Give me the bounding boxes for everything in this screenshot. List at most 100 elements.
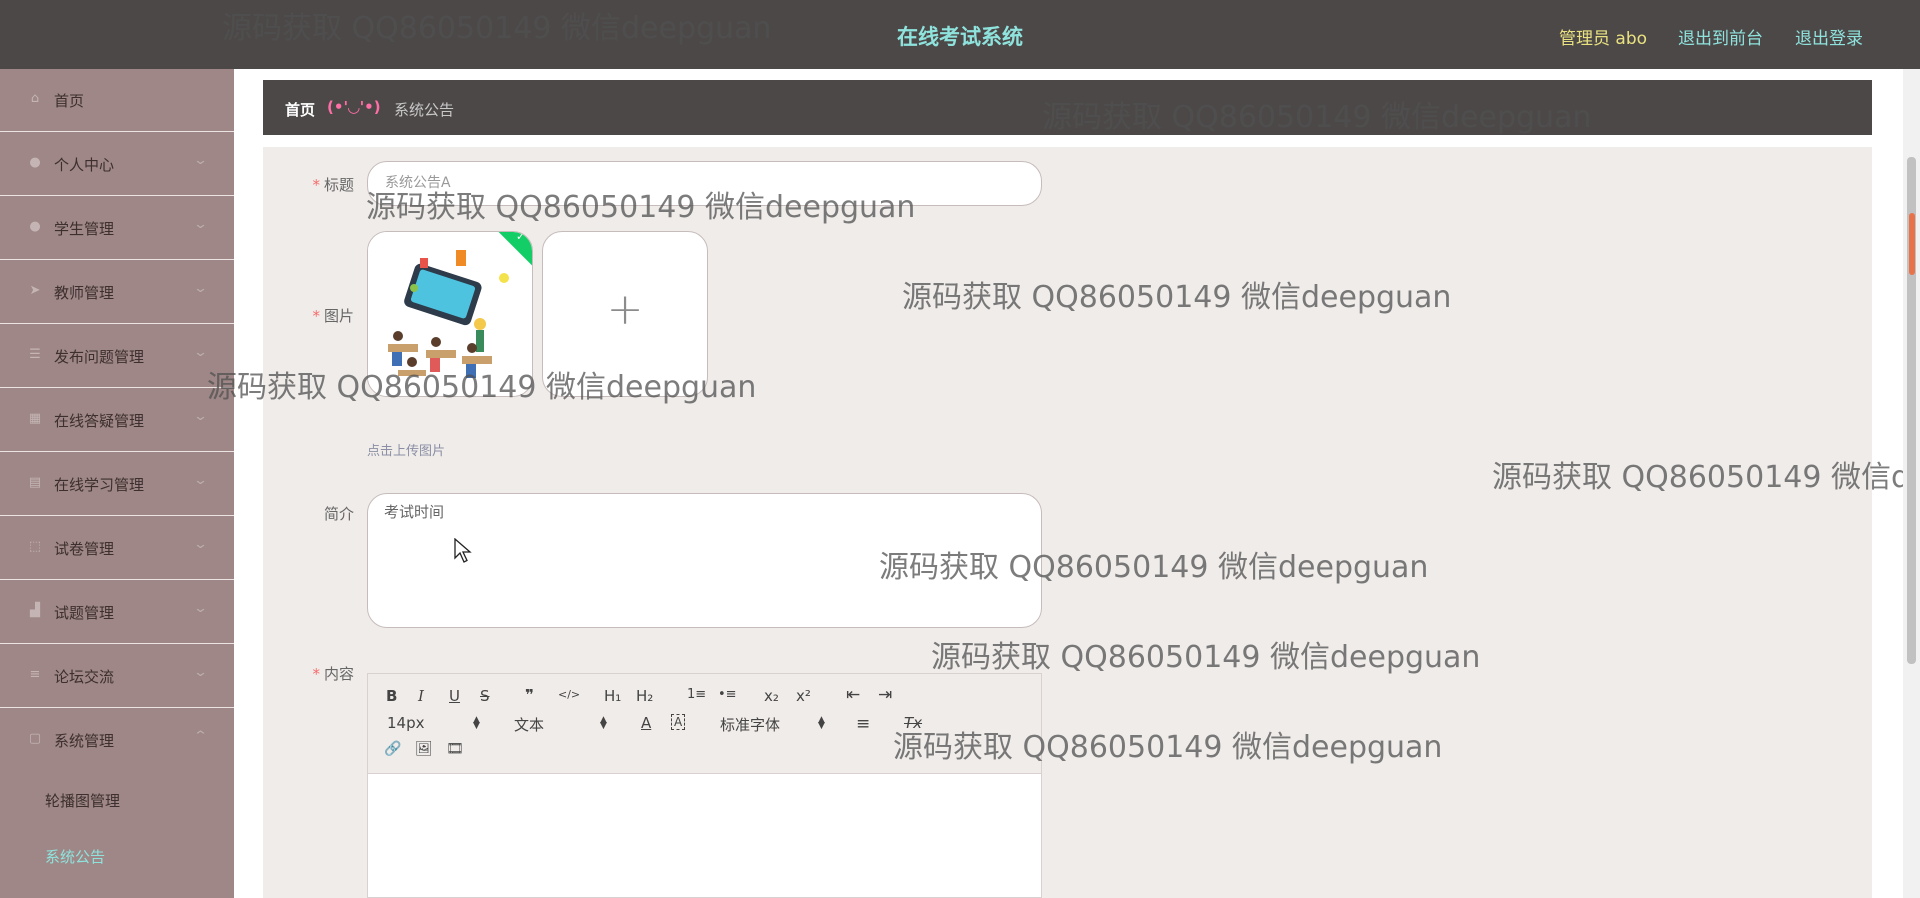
intro-label: 简介 (234, 503, 354, 524)
send-icon: ➤ (29, 283, 41, 298)
sidebar-item-personal-center[interactable]: ● 个人中心 ⌄ (0, 133, 234, 196)
mouse-cursor-icon (454, 538, 472, 563)
editor-content-area[interactable] (368, 775, 1041, 897)
sidebar-item-label: 在线答疑管理 (54, 412, 145, 430)
sidebar-item-label: 试题管理 (54, 604, 115, 622)
upload-image-button[interactable]: + (542, 231, 708, 397)
italic-button[interactable]: I (418, 687, 424, 705)
logout-link[interactable]: 退出登录 (1795, 24, 1863, 49)
user-icon: ● (29, 219, 41, 234)
quote-button[interactable]: ❞ (525, 686, 534, 704)
sidebar-item-label: 试卷管理 (54, 540, 115, 558)
font-family-select[interactable]: 标准字体 ▲ ▼ (720, 714, 830, 735)
image-label: * 图片 (234, 305, 354, 326)
clipboard-icon: ▤ (28, 475, 42, 490)
chevron-down-icon: ⌄ (192, 153, 209, 168)
ordered-list-button[interactable]: 1≡ (687, 687, 706, 702)
chart-icon: ▟ (30, 603, 40, 618)
chevron-down-icon: ⌄ (192, 217, 209, 232)
sidebar-subitem-carousel[interactable]: 轮播图管理 (0, 772, 234, 828)
chevron-down-icon: ⌄ (192, 345, 209, 360)
sidebar-item-qa[interactable]: ▦ 在线答疑管理 ⌄ (0, 389, 234, 452)
sidebar-item-label: 系统管理 (54, 732, 115, 750)
breadcrumb: 首页 (•'◡'•) 系统公告 (263, 80, 1872, 135)
link-button[interactable]: 🔗 (384, 741, 401, 757)
menu-icon: ≡ (29, 667, 41, 682)
subscript-button[interactable]: x₂ (764, 687, 779, 705)
scroll-indicator (1909, 213, 1915, 275)
video-button[interactable]: 🎞 (446, 741, 464, 757)
select-arrows-icon: ▲ ▼ (818, 715, 825, 731)
sidebar-item-forum[interactable]: ≡ 论坛交流 ⌄ (0, 645, 234, 708)
sidebar-item-label: 学生管理 (54, 220, 115, 238)
chevron-down-icon: ⌄ (192, 601, 209, 616)
select-arrows-icon: ▲ ▼ (473, 715, 480, 731)
user-icon: ● (29, 155, 41, 170)
current-user: 管理员 abo (1559, 29, 1648, 49)
sidebar-subitem-label: 轮播图管理 (45, 792, 121, 810)
chevron-down-icon: ⌄ (192, 473, 209, 488)
clean-format-button[interactable]: Tx (904, 714, 922, 732)
chevron-down-icon: ⌄ (192, 537, 209, 552)
sidebar-item-exam-questions[interactable]: ▟ 试题管理 ⌄ (0, 581, 234, 644)
sidebar-item-label: 首页 (54, 92, 85, 110)
required-mark: * (312, 176, 320, 194)
breadcrumb-current: 系统公告 (394, 101, 455, 119)
sidebar-item-system[interactable]: ▢ 系统管理 ⌃ (0, 709, 234, 772)
sidebar-item-label: 在线学习管理 (54, 476, 145, 494)
background-color-button[interactable]: A (671, 714, 686, 730)
chevron-up-icon: ⌃ (192, 729, 209, 744)
breadcrumb-home[interactable]: 首页 (285, 99, 315, 120)
top-bar: 在线考试系统 管理员 abo 退出到前台 退出登录 (0, 0, 1920, 69)
intro-label-text: 简介 (323, 505, 354, 523)
list-icon: ☰ (29, 347, 41, 362)
sidebar-item-label: 发布问题管理 (54, 348, 145, 366)
strike-button[interactable]: S (480, 687, 490, 705)
chevron-down-icon: ⌄ (192, 665, 209, 680)
sidebar-item-home[interactable]: ⌂ 首页 (0, 69, 234, 132)
indent-button[interactable]: ⇥ (878, 685, 892, 705)
sidebar-item-label: 个人中心 (54, 156, 115, 174)
h1-button[interactable]: H₁ (604, 687, 621, 705)
chevron-down-icon: ⌄ (192, 409, 209, 424)
font-color-button[interactable]: A (641, 714, 651, 732)
frame-icon: ⬚ (28, 539, 42, 554)
sidebar-subitem-notice[interactable]: 系统公告 (0, 828, 234, 884)
rich-text-editor: B I U S ❞ </> H₁ H₂ 1≡ •≡ x₂ x² ⇤ ⇥ 14px… (367, 673, 1042, 898)
bold-button[interactable]: B (386, 687, 397, 705)
sidebar-item-papers[interactable]: ⬚ 试卷管理 ⌄ (0, 517, 234, 580)
font-family-value: 标准字体 (720, 716, 781, 734)
underline-button[interactable]: U (449, 687, 460, 705)
select-arrows-icon: ▲ ▼ (600, 715, 607, 731)
content-label-text: 内容 (323, 665, 354, 683)
sidebar-item-students[interactable]: ● 学生管理 ⌄ (0, 197, 234, 260)
code-button[interactable]: </> (558, 688, 580, 701)
settings-icon: ▢ (28, 731, 42, 746)
superscript-button[interactable]: x² (796, 687, 811, 705)
font-size-select[interactable]: 14px ▲ ▼ (387, 714, 485, 734)
grid-icon: ▦ (28, 411, 42, 426)
plus-icon: + (606, 284, 644, 335)
upload-tip: 点击上传图片 (367, 444, 446, 459)
h2-button[interactable]: H₂ (636, 687, 653, 705)
sidebar: ⌂ 首页 ● 个人中心 ⌄ ● 学生管理 ⌄ ➤ 教师管理 ⌄ ☰ 发布问题管理… (0, 69, 234, 898)
classroom-illustration (368, 232, 532, 396)
image-button[interactable]: 🖼 (415, 741, 433, 757)
sidebar-item-learning[interactable]: ▤ 在线学习管理 ⌄ (0, 453, 234, 516)
sidebar-item-label: 论坛交流 (54, 668, 115, 686)
content-label: * 内容 (234, 663, 354, 684)
sidebar-item-teachers[interactable]: ➤ 教师管理 ⌄ (0, 261, 234, 324)
required-mark: * (312, 665, 320, 683)
title-label: * 标题 (234, 174, 354, 195)
bullet-list-button[interactable]: •≡ (718, 687, 737, 702)
header-select[interactable]: 文本 ▲ ▼ (514, 714, 612, 735)
editor-toolbar: B I U S ❞ </> H₁ H₂ 1≡ •≡ x₂ x² ⇤ ⇥ 14px… (368, 674, 1041, 774)
font-size-value: 14px (387, 714, 425, 732)
home-icon: ⌂ (30, 91, 40, 106)
uploaded-image-thumbnail[interactable] (367, 231, 533, 397)
sidebar-item-questions[interactable]: ☰ 发布问题管理 ⌄ (0, 325, 234, 388)
outdent-button[interactable]: ⇤ (846, 685, 860, 705)
align-button[interactable]: ≡ (856, 714, 870, 734)
exit-to-front-link[interactable]: 退出到前台 (1678, 24, 1763, 49)
title-input[interactable]: 系统公告A (367, 161, 1042, 206)
